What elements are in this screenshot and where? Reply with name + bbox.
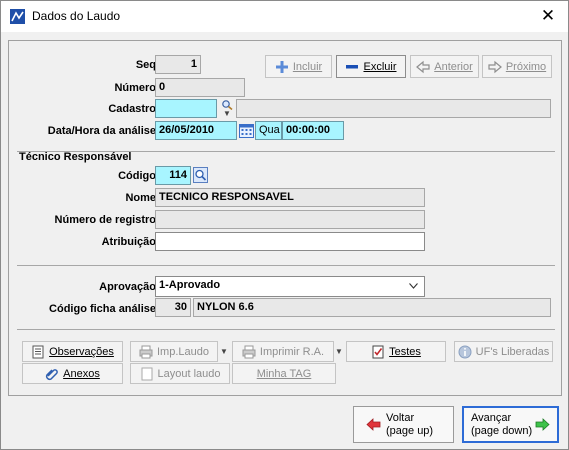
anterior-button[interactable]: Anterior [410,55,479,78]
info-icon [458,345,472,358]
ficha-code-field: 30 [155,298,191,317]
cadastro-description-field [236,99,551,118]
imprimir-ra-label: Imprimir R.A. [259,345,325,358]
codigo-field[interactable]: 114 [155,166,191,185]
atribuicao-label: Atribuição [101,236,156,248]
avancar-shortcut: (page down) [471,425,533,437]
numero-label: Número [114,82,156,94]
checklist-icon [372,345,384,358]
printer-icon [242,345,256,358]
aprovacao-value: 1-Aprovado [159,279,221,291]
imprimir-ra-button[interactable]: Imprimir R.A. [232,341,334,362]
paperclip-icon [46,368,58,380]
chevron-down-icon: ▼ [223,109,231,118]
ficha-description-field: NYLON 6.6 [193,298,551,317]
main-panel: Seq 1 Incluir Excluir Anterior Próximo N… [8,40,562,396]
testes-label: Testes [389,345,421,358]
proximo-label: Próximo [505,60,547,73]
voltar-button[interactable]: Voltar (page up) [353,406,454,443]
codigo-label: Código [118,170,156,182]
layout-laudo-button[interactable]: Layout laudo [130,363,230,384]
aprovacao-label: Aprovação [99,281,156,293]
title-bar: Dados do Laudo ✕ [1,1,568,32]
registro-label: Número de registro [54,214,156,226]
nome-field: TECNICO RESPONSAVEL [155,188,425,207]
nome-label: Nome [125,192,156,204]
avancar-label: Avançar [471,412,512,424]
app-icon [10,9,25,24]
imp-laudo-button[interactable]: Imp.Laudo [130,341,218,362]
incluir-button[interactable]: Incluir [265,55,332,78]
seq-label: Seq [135,59,156,71]
weekday-field: Qua [255,121,282,140]
window-title: Dados do Laudo [32,9,121,23]
document-icon [32,345,44,358]
avancar-button[interactable]: Avançar (page down) [462,406,559,443]
observacoes-label: Observações [49,345,114,358]
time-field[interactable]: 00:00:00 [282,121,344,140]
observacoes-button[interactable]: Observações [22,341,123,362]
aprovacao-select[interactable]: 1-Aprovado [155,276,425,297]
layout-laudo-label: Layout laudo [157,367,221,380]
page-icon [141,367,152,380]
seq-field[interactable]: 1 [155,55,201,74]
imp-laudo-dropdown-icon[interactable]: ▼ [220,347,228,356]
minha-tag-label: Minha TAG [256,367,312,380]
excluir-button[interactable]: Excluir [336,55,406,78]
arrow-right-icon [535,418,550,431]
atribuicao-field[interactable] [155,232,425,251]
dialog-window: Dados do Laudo ✕ Seq 1 Incluir Excluir A… [0,0,569,450]
cadastro-lookup-button[interactable]: ▼ [220,98,234,118]
search-icon[interactable] [193,167,208,183]
cadastro-field[interactable] [155,99,217,118]
incluir-label: Incluir [292,60,323,73]
date-field[interactable]: 26/05/2010 [155,121,237,140]
section-divider [17,329,555,330]
plus-icon [275,60,288,73]
voltar-label: Voltar [386,412,415,424]
anexos-label: Anexos [63,367,100,380]
arrow-right-icon [488,60,502,73]
registro-field [155,210,425,229]
ufs-liberadas-label: UF's Liberadas [475,345,550,358]
numero-field[interactable]: 0 [155,78,245,97]
arrow-left-icon [416,60,430,73]
ficha-label: Código ficha análise [49,303,156,315]
section-divider [17,265,555,266]
arrow-left-icon [366,418,381,431]
testes-button[interactable]: Testes [346,341,446,362]
imp-laudo-label: Imp.Laudo [157,345,209,358]
imprimir-ra-dropdown-icon[interactable]: ▼ [335,347,343,356]
minha-tag-button[interactable]: Minha TAG [232,363,336,384]
anexos-button[interactable]: Anexos [22,363,123,384]
tecnico-section-title: Técnico Responsável [19,151,132,163]
calendar-icon[interactable] [239,123,254,138]
ufs-liberadas-button[interactable]: UF's Liberadas [454,341,553,362]
excluir-label: Excluir [363,60,397,73]
minus-icon [346,64,359,68]
data-hora-label: Data/Hora da análise [47,125,156,137]
anterior-label: Anterior [434,60,473,73]
printer-icon [139,345,153,358]
cadastro-label: Cadastro [108,103,156,115]
chevron-down-icon [409,283,418,289]
proximo-button[interactable]: Próximo [482,55,552,78]
close-icon[interactable]: ✕ [528,1,568,32]
voltar-shortcut: (page up) [386,425,434,437]
